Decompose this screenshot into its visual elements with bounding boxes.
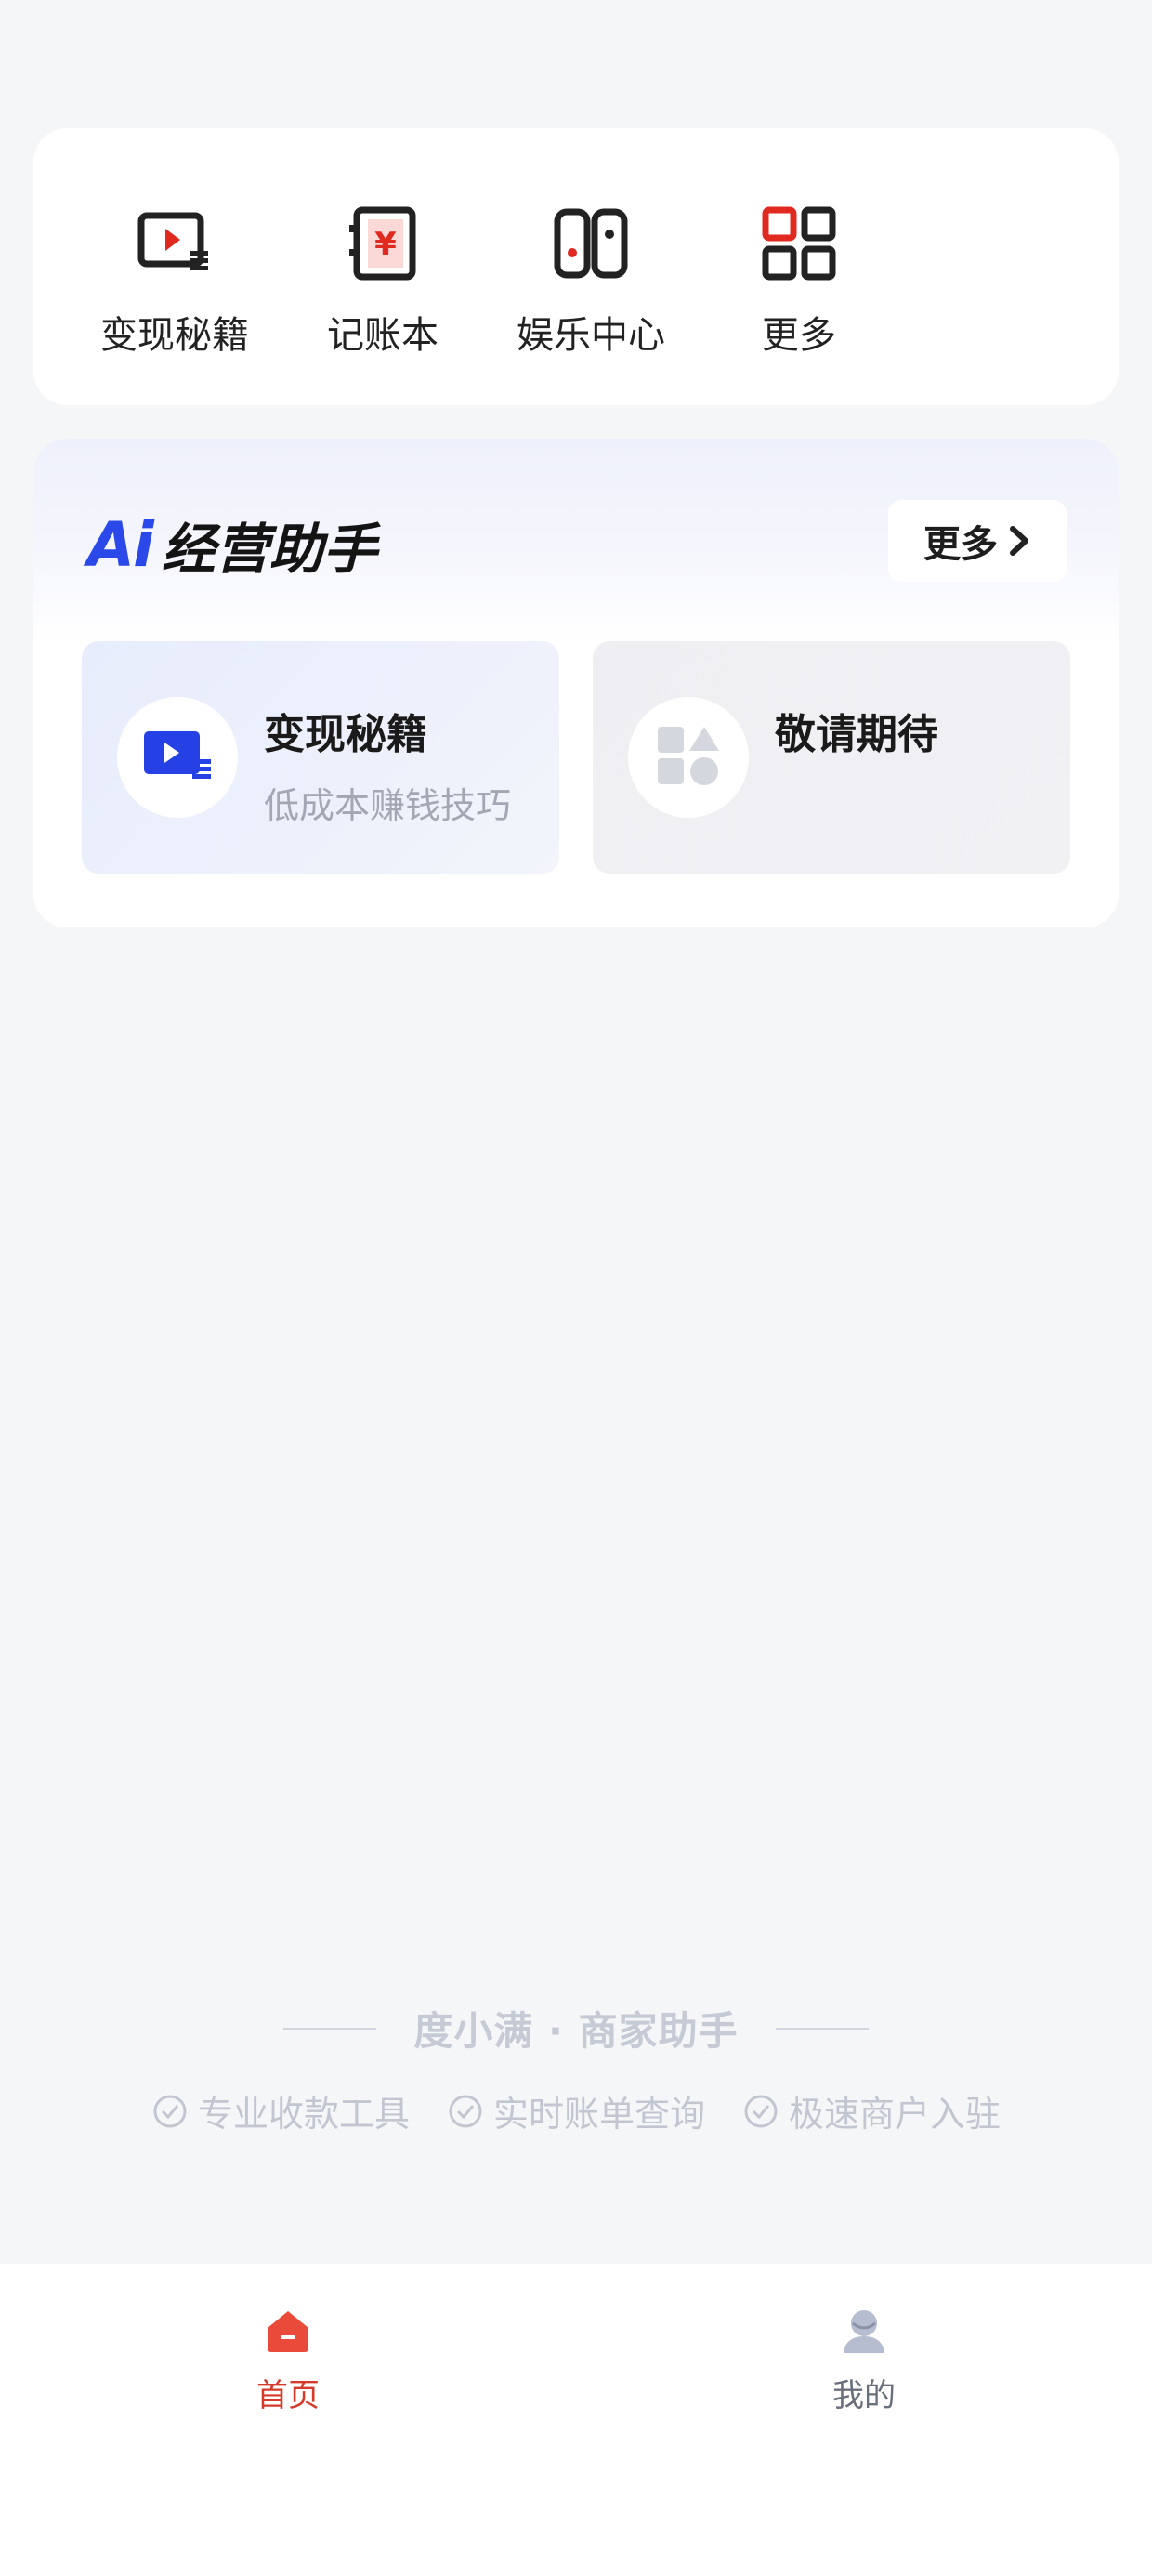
shapes-icon <box>656 725 721 790</box>
feature-card-coming-soon[interactable]: 敬请期待 <box>593 641 1070 874</box>
chevron-right-icon <box>1007 525 1031 557</box>
svg-text:¥: ¥ <box>374 226 397 263</box>
user-icon <box>838 2305 890 2357</box>
brand-feature: 极速商户入驻 <box>742 2085 1001 2136</box>
ai-assistant-card: Ai 经营助手 更多 变现秘籍 低成本赚钱技巧 敬请期待 <box>33 439 1119 927</box>
bottom-nav: 首页 我的 <box>0 2264 1152 2576</box>
divider <box>283 2027 377 2030</box>
brand-feature-label: 专业收款工具 <box>197 2094 410 2135</box>
quick-actions-card: 变现秘籍 ¥ 记账本 娱乐中心 更多 <box>33 128 1119 405</box>
brand-feature: 实时账单查询 <box>447 2085 705 2136</box>
nav-item-home[interactable]: 首页 <box>0 2264 576 2576</box>
brand-feature-label: 极速商户入驻 <box>789 2094 1001 2135</box>
video-play-icon <box>142 728 213 787</box>
feature-title: 变现秘籍 <box>264 711 427 758</box>
home-icon <box>262 2305 314 2357</box>
grid-more-icon <box>760 204 838 283</box>
video-card-icon <box>136 204 214 283</box>
brand-footer: 度小满 · 商家助手 <box>0 2000 1152 2057</box>
brand-text: 度小满 · 商家助手 <box>413 2008 739 2054</box>
ai-assistant-heading: 经营助手 <box>161 506 385 584</box>
ai-more-button[interactable]: 更多 <box>888 500 1067 582</box>
brand-feature-label: 实时账单查询 <box>492 2094 705 2135</box>
feature-icon-circle <box>628 697 749 818</box>
app-screen: 变现秘籍 ¥ 记账本 娱乐中心 更多 Ai 经营助手 更多 变现秘籍 低成本赚钱… <box>0 0 1152 2576</box>
quick-action-entertainment[interactable]: 娱乐中心 <box>487 204 695 359</box>
quick-action-label: 更多 <box>762 314 836 357</box>
quick-action-monetize[interactable]: 变现秘籍 <box>71 204 279 359</box>
quick-action-label: 变现秘籍 <box>100 314 249 357</box>
divider <box>775 2027 869 2030</box>
quick-action-ledger[interactable]: ¥ 记账本 <box>279 204 487 359</box>
game-controller-icon <box>552 204 630 283</box>
nav-label-home: 首页 <box>256 2377 320 2414</box>
feature-title: 敬请期待 <box>775 711 938 758</box>
ai-assistant-title: Ai 经营助手 <box>87 506 385 584</box>
ai-logo: Ai <box>87 508 154 581</box>
quick-action-more[interactable]: 更多 <box>695 204 903 359</box>
check-circle-icon <box>447 2093 484 2130</box>
feature-card-monetize[interactable]: 变现秘籍 低成本赚钱技巧 <box>82 641 559 874</box>
ledger-book-icon: ¥ <box>344 204 422 283</box>
brand-feature: 专业收款工具 <box>151 2085 410 2136</box>
quick-action-label: 记账本 <box>327 314 439 357</box>
brand-features: 专业收款工具 实时账单查询 极速商户入驻 <box>0 2085 1152 2136</box>
nav-item-mine[interactable]: 我的 <box>576 2264 1152 2576</box>
quick-action-label: 娱乐中心 <box>517 314 665 357</box>
more-button-label: 更多 <box>923 523 998 566</box>
check-circle-icon <box>151 2093 189 2130</box>
feature-icon-circle <box>117 697 238 818</box>
feature-subtitle: 低成本赚钱技巧 <box>264 785 512 826</box>
nav-label-mine: 我的 <box>832 2377 896 2414</box>
check-circle-icon <box>742 2093 779 2130</box>
